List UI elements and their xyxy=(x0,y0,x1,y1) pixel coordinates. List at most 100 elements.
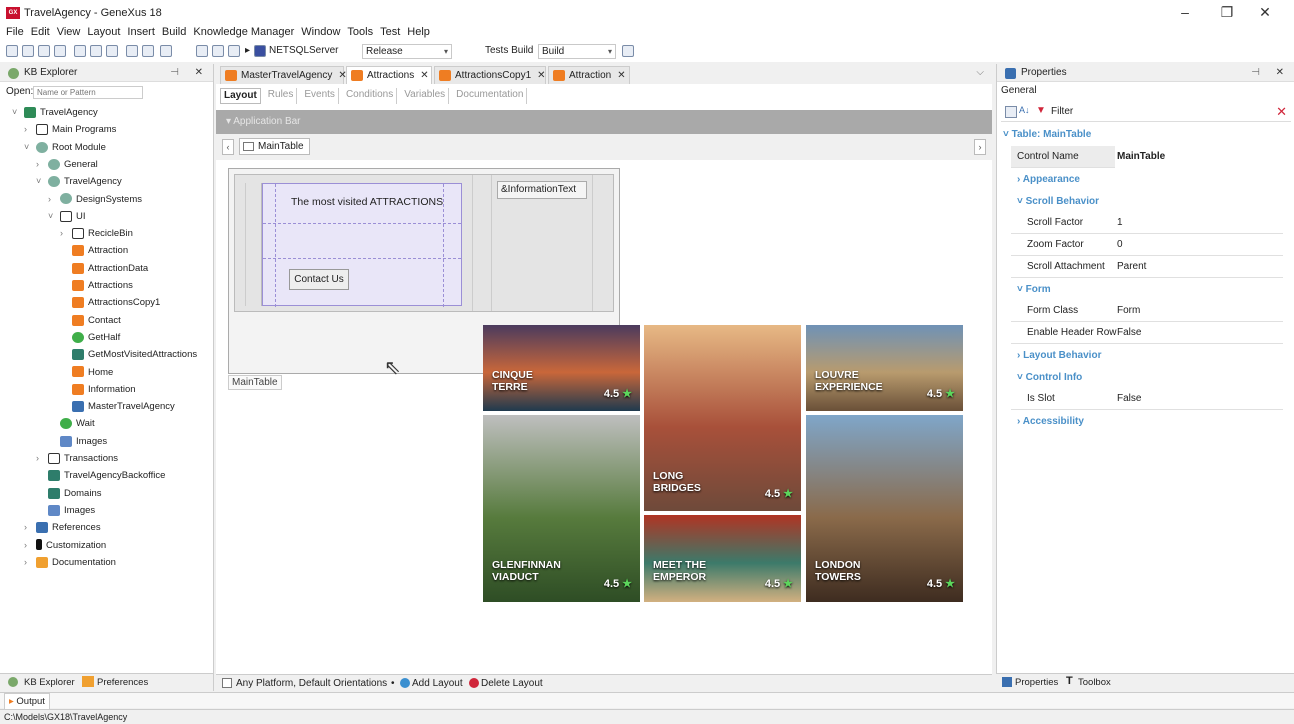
sort-az-icon[interactable]: A↓ xyxy=(1019,105,1030,115)
scroll-attachment-row[interactable]: Scroll Attachment Parent xyxy=(1011,256,1283,278)
tree-item[interactable]: Images xyxy=(60,433,107,450)
paste-icon[interactable] xyxy=(106,45,118,57)
preferences-tab[interactable]: Preferences xyxy=(97,677,148,688)
scroll-behavior-section[interactable]: ˅ Scroll Behavior xyxy=(1017,196,1099,207)
save-icon[interactable] xyxy=(38,45,50,57)
menu-item-tools[interactable]: Tools xyxy=(347,26,373,42)
cancel-build-icon[interactable] xyxy=(228,45,240,57)
open-icon[interactable] xyxy=(22,45,34,57)
menu-item-test[interactable]: Test xyxy=(380,26,400,42)
control-name-row[interactable]: Control Name MainTable xyxy=(1011,146,1283,168)
menu-item-window[interactable]: Window xyxy=(301,26,340,42)
maintable-selector[interactable]: MainTable xyxy=(239,138,310,155)
layout-behavior-section[interactable]: › Layout Behavior xyxy=(1017,350,1101,361)
tab-attractionscopy1[interactable]: AttractionsCopy1 ✕ xyxy=(434,66,546,84)
tree-item[interactable]: ˅ TravelAgency xyxy=(36,173,122,190)
nav-left-icon[interactable]: ‹ xyxy=(222,139,234,155)
menu-item-help[interactable]: Help xyxy=(407,26,430,42)
appearance-section[interactable]: › Appearance xyxy=(1017,174,1080,185)
tree-item[interactable]: › DesignSystems xyxy=(48,191,142,208)
tree-item[interactable]: Information xyxy=(72,381,136,398)
build-select[interactable]: Build ▾ xyxy=(538,44,616,59)
expand-chevron-icon[interactable]: › xyxy=(36,156,39,173)
subtab-documentation[interactable]: Documentation xyxy=(453,88,528,104)
expand-chevron-icon[interactable]: › xyxy=(24,554,27,571)
minimize-icon[interactable]: – xyxy=(1170,4,1200,20)
kb-explorer-bottom-tab[interactable]: KB Explorer xyxy=(24,677,75,688)
tree-item[interactable]: AttractionsCopy1 xyxy=(72,294,160,311)
add-layout-button[interactable]: Add Layout xyxy=(412,678,463,689)
attraction-card[interactable]: GLENFINNAN VIADUCT 4.5 ★ xyxy=(483,415,640,602)
tree-item[interactable]: › RecicleBin xyxy=(60,225,133,242)
build-icon[interactable] xyxy=(196,45,208,57)
tree-item[interactable]: ˅ TravelAgency xyxy=(12,104,98,121)
expand-chevron-icon[interactable]: › xyxy=(24,121,27,138)
attraction-card[interactable]: LOUVRE EXPERIENCE 4.5 ★ xyxy=(806,325,963,411)
attraction-card[interactable]: LONG BRIDGES 4.5 ★ xyxy=(644,325,801,511)
form-class-row[interactable]: Form Class Form xyxy=(1011,300,1283,322)
subtab-variables[interactable]: Variables xyxy=(401,88,450,104)
tree-item[interactable]: GetMostVisitedAttractions xyxy=(72,346,197,363)
expand-chevron-icon[interactable]: › xyxy=(48,191,51,208)
output-tab[interactable]: ▸ Output xyxy=(4,693,50,710)
tree-item[interactable]: Domains xyxy=(48,485,102,502)
collapse-chevron-icon[interactable]: ˅ xyxy=(12,104,17,121)
property-value[interactable]: False xyxy=(1117,388,1141,410)
collapse-chevron-icon[interactable]: ˅ xyxy=(48,208,53,225)
menu-item-layout[interactable]: Layout xyxy=(87,26,120,42)
maximize-icon[interactable]: ❐ xyxy=(1212,4,1242,21)
nav-right-icon[interactable]: › xyxy=(974,139,986,155)
tab-mastertravelagency[interactable]: MasterTravelAgency ✕ xyxy=(220,66,347,84)
tree-item[interactable]: › Documentation xyxy=(24,554,116,571)
tree-item[interactable]: AttractionData xyxy=(72,260,148,277)
clear-filter-icon[interactable]: ✕ xyxy=(1276,104,1287,120)
information-text-variable[interactable]: &InformationText xyxy=(497,181,587,199)
redo-icon[interactable] xyxy=(142,45,154,57)
zoom-factor-row[interactable]: Zoom Factor 0 xyxy=(1011,234,1283,256)
expand-chevron-icon[interactable]: › xyxy=(60,225,63,242)
tree-item[interactable]: Wait xyxy=(60,415,95,432)
menu-item-knowledge-manager[interactable]: Knowledge Manager xyxy=(193,26,294,42)
undo-icon[interactable] xyxy=(126,45,138,57)
menu-item-insert[interactable]: Insert xyxy=(127,26,155,42)
subtab-layout[interactable]: Layout xyxy=(220,88,261,104)
menu-item-build[interactable]: Build xyxy=(162,26,186,42)
tree-item[interactable]: Attractions xyxy=(72,277,133,294)
run-test-icon[interactable] xyxy=(622,45,634,57)
subtab-conditions[interactable]: Conditions xyxy=(343,88,398,104)
collapse-chevron-icon[interactable]: ˅ xyxy=(36,173,41,190)
tree-item[interactable]: › General xyxy=(36,156,98,173)
contact-us-button[interactable]: Contact Us xyxy=(289,269,349,290)
most-visited-textblock[interactable]: The most visited ATTRACTIONS xyxy=(291,196,443,208)
expand-chevron-icon[interactable]: › xyxy=(36,450,39,467)
cut-icon[interactable] xyxy=(74,45,86,57)
enable-header-row[interactable]: Enable Header Row False xyxy=(1011,322,1283,344)
tab-attractions[interactable]: Attractions ✕ xyxy=(346,66,432,84)
tree-item[interactable]: Contact xyxy=(72,312,121,329)
tree-item[interactable]: Attraction xyxy=(72,242,128,259)
application-bar[interactable]: ▾ Application Bar xyxy=(216,110,992,134)
tree-item[interactable]: Home xyxy=(72,364,113,381)
close-tab-icon[interactable]: ✕ xyxy=(617,70,625,81)
attraction-card[interactable]: LONDON TOWERS 4.5 ★ xyxy=(806,415,963,602)
platform-checkbox[interactable] xyxy=(222,678,232,688)
attraction-card[interactable]: CINQUE TERRE 4.5 ★ xyxy=(483,325,640,411)
run-arrow-icon[interactable]: ▸ xyxy=(245,45,250,56)
property-value[interactable]: Form xyxy=(1117,300,1140,322)
tree-item[interactable]: Images xyxy=(48,502,95,519)
tree-item[interactable]: ˅ UI xyxy=(48,208,86,225)
filter-label[interactable]: Filter xyxy=(1051,106,1073,117)
control-info-section[interactable]: ˅ Control Info xyxy=(1017,372,1082,383)
categorized-icon[interactable] xyxy=(1005,106,1017,118)
accessibility-section[interactable]: › Accessibility xyxy=(1017,416,1084,427)
property-value[interactable]: 0 xyxy=(1117,234,1123,256)
filter-icon[interactable]: ▼ xyxy=(1036,105,1046,116)
properties-bottom-tab[interactable]: Properties xyxy=(1015,677,1058,688)
property-value[interactable]: False xyxy=(1117,322,1141,344)
open-pattern-input[interactable] xyxy=(33,86,143,99)
expand-chevron-icon[interactable]: › xyxy=(24,519,27,536)
text-table-cell[interactable]: The most visited ATTRACTIONS Contact Us xyxy=(262,183,462,307)
subtab-rules[interactable]: Rules xyxy=(265,88,298,104)
toolbox-tab[interactable]: Toolbox xyxy=(1078,677,1111,688)
expand-chevron-icon[interactable]: › xyxy=(24,537,27,554)
